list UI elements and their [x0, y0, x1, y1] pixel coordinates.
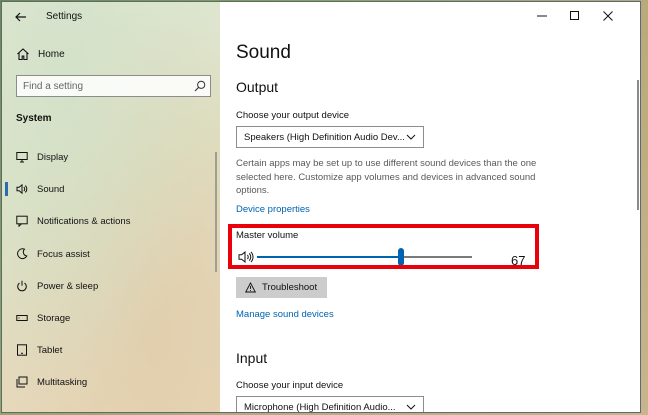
page-title: Sound: [236, 42, 291, 63]
troubleshoot-button[interactable]: Troubleshoot: [236, 277, 327, 298]
sidebar-item-label: Home: [38, 49, 65, 60]
tablet-icon: [17, 344, 27, 356]
input-heading: Input: [236, 350, 268, 366]
maximize-button[interactable]: [561, 6, 589, 26]
chevron-down-icon: [406, 404, 416, 410]
troubleshoot-label: Troubleshoot: [262, 282, 318, 293]
sidebar-item-multitasking[interactable]: Multitasking: [2, 368, 220, 396]
chevron-down-icon: [406, 134, 416, 140]
sidebar-item-label: Sound: [37, 184, 65, 195]
main-content: Sound Output Choose your output device S…: [220, 2, 640, 413]
sidebar-item-notifications[interactable]: Notifications & actions: [2, 207, 220, 235]
sidebar-item-label: Multitasking: [37, 377, 88, 388]
minimize-button[interactable]: [528, 6, 556, 26]
sidebar-item-sound[interactable]: Sound: [2, 175, 220, 203]
maximize-icon: [570, 11, 579, 20]
device-properties-link[interactable]: Device properties: [236, 204, 310, 215]
settings-window: Settings Home System Display: [1, 1, 641, 413]
search-box[interactable]: [16, 75, 211, 97]
sidebar-item-label: Storage: [37, 313, 71, 324]
message-icon: [16, 215, 28, 227]
output-description: Certain apps may be set up to use differ…: [236, 158, 537, 196]
content-scrollbar[interactable]: [637, 80, 639, 210]
title-bar-left: Settings: [2, 2, 220, 32]
sidebar-item-label: Power & sleep: [37, 281, 99, 292]
multitasking-icon: [16, 376, 28, 388]
close-icon: [603, 11, 613, 21]
manage-sound-devices-link[interactable]: Manage sound devices: [236, 309, 334, 320]
warning-icon: [245, 282, 256, 293]
sidebar-item-storage[interactable]: Storage: [2, 304, 220, 332]
arrow-left-icon: [15, 12, 26, 22]
moon-icon: [17, 248, 28, 260]
sidebar: Settings Home System Display: [2, 2, 220, 412]
close-button[interactable]: [594, 6, 622, 26]
power-icon: [17, 280, 27, 292]
section-label-system: System: [16, 113, 52, 124]
sidebar-item-label: Notifications & actions: [37, 216, 131, 227]
input-device-value: Microphone (High Definition Audio...: [244, 402, 396, 413]
speaker-icon: [16, 183, 28, 195]
sidebar-item-display[interactable]: Display: [2, 143, 220, 171]
sidebar-item-tablet[interactable]: Tablet: [2, 336, 220, 364]
search-icon[interactable]: [194, 80, 206, 92]
search-input[interactable]: [23, 80, 183, 93]
input-device-label: Choose your input device: [236, 380, 344, 391]
active-indicator: [5, 182, 8, 196]
minimize-icon: [537, 15, 547, 17]
sidebar-item-power-sleep[interactable]: Power & sleep: [2, 272, 220, 300]
sidebar-item-home[interactable]: Home: [2, 42, 220, 68]
sidebar-item-focus-assist[interactable]: Focus assist: [2, 240, 220, 268]
sidebar-item-label: Display: [37, 152, 69, 163]
storage-icon: [16, 315, 28, 321]
sidebar-scrollbar[interactable]: [215, 152, 217, 272]
sidebar-item-label: Tablet: [37, 345, 63, 356]
output-device-label: Choose your output device: [236, 110, 350, 121]
input-device-dropdown[interactable]: Microphone (High Definition Audio...: [236, 396, 424, 413]
back-button[interactable]: [10, 7, 32, 27]
home-icon: [17, 48, 29, 61]
monitor-icon: [16, 152, 28, 163]
output-device-value: Speakers (High Definition Audio Dev...: [244, 132, 405, 143]
app-title: Settings: [46, 11, 83, 22]
sidebar-item-label: Focus assist: [37, 249, 90, 260]
output-heading: Output: [236, 79, 279, 95]
output-device-dropdown[interactable]: Speakers (High Definition Audio Dev...: [236, 126, 424, 148]
highlight-box: [228, 224, 539, 269]
